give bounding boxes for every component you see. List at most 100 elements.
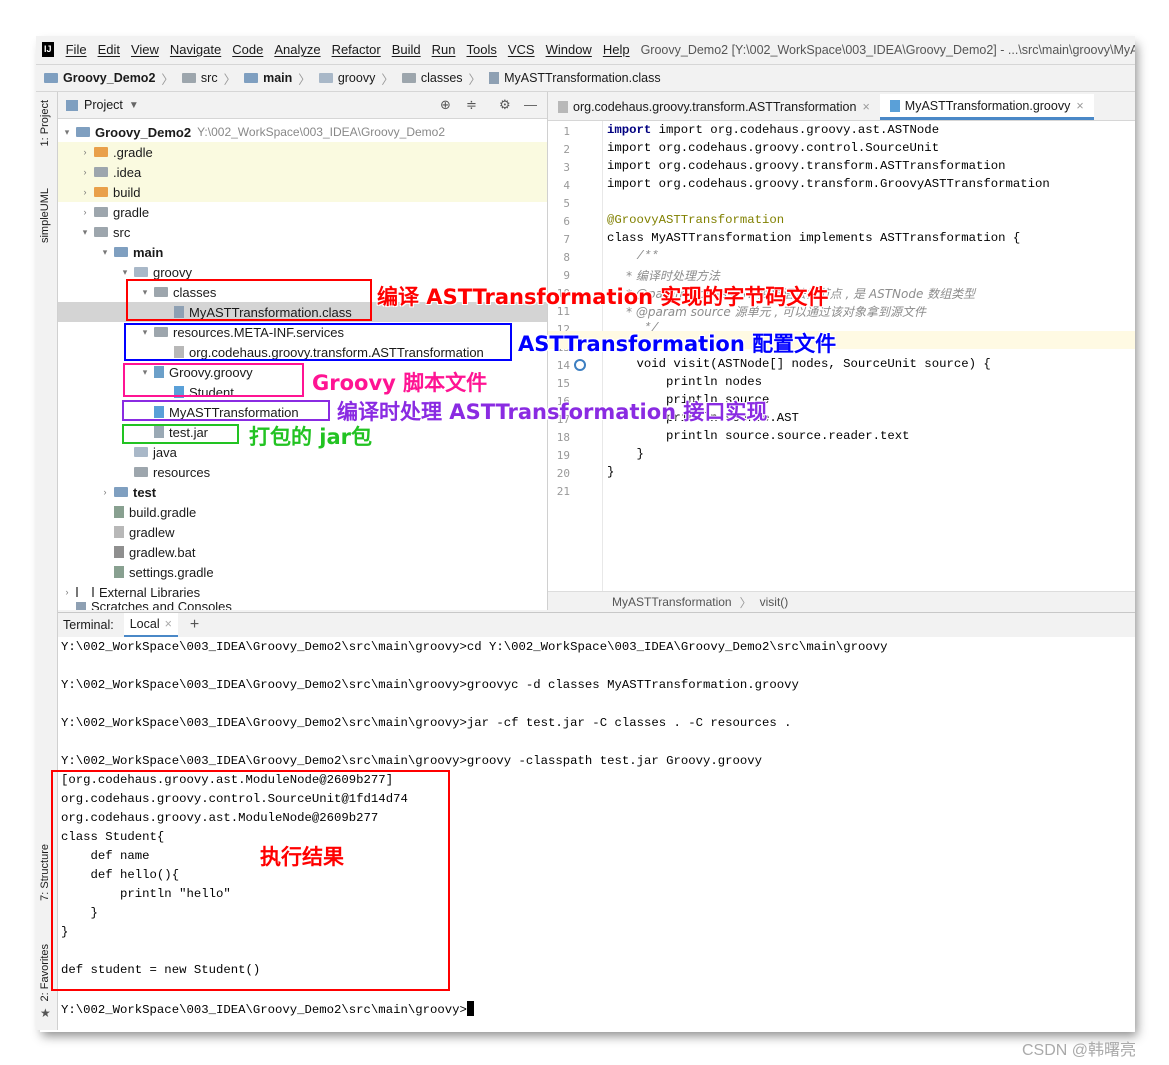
file-icon — [114, 546, 124, 558]
line-number: 7 — [563, 233, 570, 246]
folder-icon — [44, 73, 58, 83]
terminal-line: Y:\002_WorkSpace\003_IDEA\Groovy_Demo2\s… — [61, 716, 792, 730]
code-line: /** — [607, 249, 659, 263]
chevron-down-icon[interactable]: ▼ — [129, 100, 139, 111]
folder-icon — [76, 127, 90, 137]
close-icon[interactable]: × — [165, 617, 172, 631]
line-number: 3 — [563, 161, 570, 174]
menu-bar: IJ File Edit View Navigate Code Analyze … — [36, 36, 1135, 63]
tab-favorites[interactable]: 2: Favorites — [39, 944, 51, 1001]
tree-node-idea[interactable]: › .idea — [76, 162, 142, 182]
menu-edit[interactable]: Edit — [98, 42, 120, 57]
menu-build[interactable]: Build — [392, 42, 421, 57]
project-view-selector[interactable]: Project — [84, 98, 123, 112]
breadcrumb-item-src[interactable]: src 〉 — [181, 69, 236, 88]
code-line: println source.source.reader.text — [607, 429, 910, 443]
hide-icon[interactable]: — — [524, 97, 537, 112]
tree-node-gradle[interactable]: › gradle — [76, 202, 150, 222]
breadcrumb-item-classes[interactable]: classes 〉 — [401, 69, 481, 88]
tab-ast-transformation-config[interactable]: org.codehaus.groovy.transform.ASTTransfo… — [548, 94, 880, 120]
menu-window[interactable]: Window — [546, 42, 592, 57]
code-line: import org.codehaus.groovy.transform.Gro… — [607, 177, 1050, 191]
gear-icon[interactable]: ⚙ — [499, 97, 511, 113]
implements-marker-icon[interactable] — [574, 359, 586, 371]
code-line: void visit(ASTNode[] nodes, SourceUnit s… — [607, 357, 991, 371]
tree-node-root[interactable]: ▾ Groovy_Demo2 Y:\002_WorkSpace\003_IDEA\G… — [58, 122, 445, 142]
tab-simpleuml[interactable]: simpleUML — [39, 188, 51, 243]
tree-node-scratches[interactable]: Scratches and Consoles — [58, 602, 232, 610]
gradle-file-icon — [114, 506, 124, 518]
line-number: 15 — [556, 377, 570, 390]
code-line: import import org.codehaus.groovy.ast.AS… — [607, 123, 940, 137]
annotation-classes: 编译 ASTTransformation 实现的字节码文件 — [377, 285, 829, 309]
breadcrumb-item-project[interactable]: Groovy_Demo2 〉 — [44, 69, 174, 88]
star-icon: ★ — [40, 1006, 51, 1020]
folder-icon — [94, 187, 108, 197]
tree-node-src[interactable]: ▾ src — [76, 222, 131, 242]
menu-view[interactable]: View — [131, 42, 159, 57]
breadcrumb-method[interactable]: visit() — [760, 595, 789, 609]
tree-node-test[interactable]: › test — [96, 482, 157, 502]
line-number: 14 — [556, 359, 570, 372]
breadcrumb-item-groovy[interactable]: groovy 〉 — [318, 69, 394, 88]
line-number: 18 — [556, 431, 570, 444]
groovy-file-icon — [889, 99, 900, 112]
folder-icon — [318, 73, 333, 83]
menu-analyze[interactable]: Analyze — [274, 42, 320, 57]
close-icon[interactable]: × — [862, 100, 869, 114]
tree-node-build[interactable]: › build — [76, 182, 141, 202]
collapse-all-icon[interactable]: ≑ — [466, 97, 477, 113]
line-number: 2 — [563, 143, 570, 156]
breadcrumb-item-main[interactable]: main 〉 — [244, 69, 311, 88]
line-number: 21 — [556, 485, 570, 498]
folder-icon — [181, 73, 196, 83]
project-toolbar: Project ▼ ⊕ ≑ ⚙ — — [58, 92, 547, 119]
menu-file[interactable]: File — [66, 42, 87, 57]
menu-help[interactable]: Help — [603, 42, 630, 57]
tree-node-gradlew[interactable]: gradlew — [96, 522, 175, 542]
folder-icon — [134, 267, 148, 277]
tree-node-build-gradle[interactable]: build.gradle — [96, 502, 196, 522]
add-tab-icon[interactable]: + — [190, 616, 199, 634]
intellij-logo-icon: IJ — [42, 42, 54, 57]
locate-icon[interactable]: ⊕ — [440, 97, 451, 113]
folder-icon — [114, 487, 128, 497]
menu-vcs[interactable]: VCS — [508, 42, 535, 57]
menu-tools[interactable]: Tools — [466, 42, 496, 57]
menu-refactor[interactable]: Refactor — [332, 42, 381, 57]
tab-project[interactable]: 1: Project — [39, 100, 51, 146]
editor-breadcrumb: MyASTTransformation 〉 visit() — [548, 591, 1135, 612]
breadcrumb-class[interactable]: MyASTTransformation — [612, 595, 732, 609]
tree-node-settings-gradle[interactable]: settings.gradle — [96, 562, 214, 582]
tab-structure[interactable]: 7: Structure — [39, 844, 51, 901]
code-line: class MyASTTransformation implements AST… — [607, 231, 1021, 245]
window-title: Groovy_Demo2 [Y:\002_WorkSpace\003_IDEA\… — [640, 42, 1135, 57]
highlight-box-classes — [126, 279, 372, 321]
project-view-icon — [66, 99, 78, 111]
line-number: 4 — [563, 179, 570, 192]
annotation-config: ASTTransformation 配置文件 — [518, 332, 837, 356]
folder-icon — [244, 73, 259, 83]
terminal-title: Terminal: — [63, 618, 114, 632]
terminal-header: Terminal: Local × + — [58, 612, 1135, 638]
menu-navigate[interactable]: Navigate — [170, 42, 221, 57]
breadcrumb-item-class-file[interactable]: MyASTTransformation.class — [489, 71, 661, 85]
tab-my-ast-transformation[interactable]: MyASTTransformation.groovy × — [879, 94, 1094, 120]
tree-node-external-libraries[interactable]: › External Libraries — [58, 582, 201, 602]
terminal-tab-local[interactable]: Local × — [123, 613, 178, 637]
code-line: import org.codehaus.groovy.control.Sourc… — [607, 141, 940, 155]
tree-node-gradle-dir[interactable]: › .gradle — [76, 142, 153, 162]
tree-node-main[interactable]: ▾ main — [96, 242, 164, 262]
editor-tabs: org.codehaus.groovy.transform.ASTTransfo… — [548, 92, 1135, 121]
line-number: 19 — [556, 449, 570, 462]
highlight-box-result — [51, 770, 450, 991]
menu-code[interactable]: Code — [232, 42, 263, 57]
folder-icon — [94, 227, 108, 237]
close-icon[interactable]: × — [1076, 99, 1083, 113]
annotation-result: 执行结果 — [260, 845, 344, 869]
tree-node-java[interactable]: java — [116, 442, 177, 462]
tree-node-gradlew-bat[interactable]: gradlew.bat — [96, 542, 196, 562]
menu-run[interactable]: Run — [432, 42, 456, 57]
watermark: CSDN @韩曙亮 — [1022, 1042, 1137, 1059]
tree-node-resources[interactable]: resources — [116, 462, 210, 482]
